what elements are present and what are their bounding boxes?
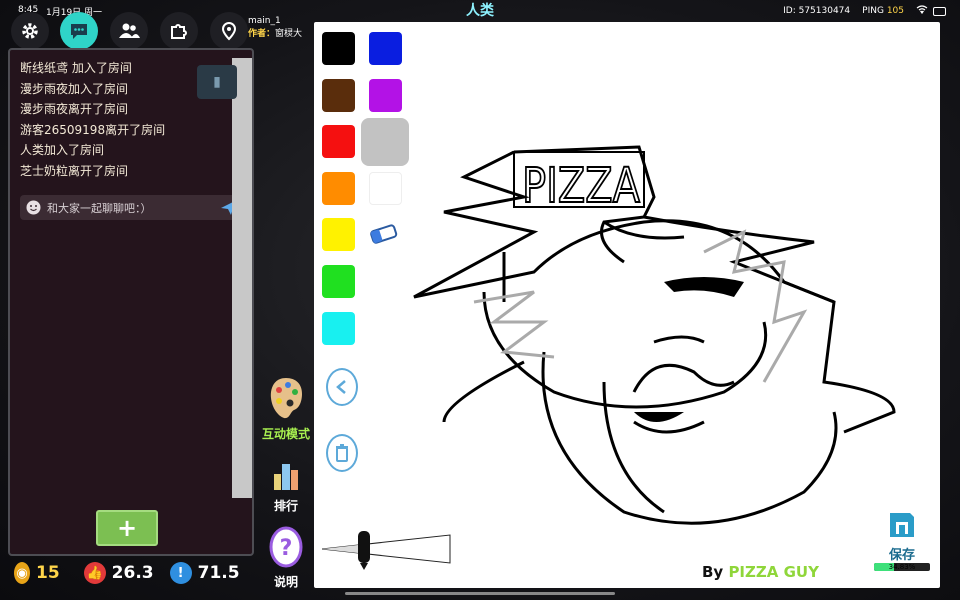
add-button[interactable]: + [96,510,158,546]
save-icon [890,513,914,537]
system-icons [916,5,946,17]
plus-icon: + [116,514,138,542]
drawing-credit: By PIZZA GUY [702,563,819,581]
chat-icon [71,24,87,39]
color-swatch[interactable] [369,32,402,65]
eraser-icon[interactable] [368,224,400,246]
palette-icon [270,378,302,419]
credit-prefix: By [702,563,729,581]
color-swatch-selected[interactable] [361,118,409,166]
user-drawing: PIZZA [413,145,896,525]
drawing-canvas[interactable]: PIZZA By PIZZA GUY 保存 34.83% [314,22,940,588]
map-pin-icon [221,21,237,41]
reports-value: 71.5 [197,563,240,583]
color-swatch[interactable] [322,125,355,158]
ping-value: 105 [886,6,904,16]
chat-button[interactable] [60,12,98,50]
alert-icon: ! [169,562,192,584]
save-label: 保存 [888,548,915,563]
chat-message: 漫步雨夜离开了房间 [20,102,129,116]
puzzle-button[interactable] [160,12,198,50]
trash-icon [336,444,348,462]
gear-icon [22,23,38,39]
stats-bar: ◉ 15 👍 26.3 ! 71.5 [8,556,254,590]
coin-icon: ◉ [14,562,30,584]
clear-button[interactable] [326,434,358,472]
chat-panel: 断线纸鸢 加入了房间 漫步雨夜加入了房间 漫步雨夜离开了房间 游客2650919… [8,48,254,556]
battery-icon [933,6,946,16]
color-swatch[interactable] [322,265,355,298]
map-button[interactable] [210,12,248,50]
puzzle-icon [171,24,187,39]
color-swatch[interactable] [322,79,355,112]
wifi-icon [916,5,928,17]
chat-input-placeholder: 和大家一起聊聊吧：） [47,201,152,215]
interactive-mode-button[interactable]: 互动模式 [258,376,314,442]
ranking-icon [274,464,298,490]
credit-name: PIZZA GUY [728,563,819,581]
drawing-text: PIZZA [522,158,640,214]
help-icon: ? [269,526,303,568]
chat-message: 游客26509198离开了房间 [20,122,166,137]
color-swatch[interactable] [322,312,355,345]
ping: PING 105 [862,6,904,16]
home-indicator[interactable] [345,592,615,595]
chat-message: 人类加入了房间 [20,143,105,157]
room-id: ID: 575130474 [783,6,851,16]
background-button[interactable]: ▮ [197,65,237,99]
svg-text:?: ? [280,536,293,561]
reports-stat: ! 71.5 [169,562,240,584]
coins-stat: ◉ 15 [14,562,60,584]
chat-scrollbar[interactable] [232,58,252,498]
chat-message: 芝士奶粒离开了房间 [20,163,129,178]
players-button[interactable] [110,12,148,50]
save-progress-text: 34.83% [888,563,916,571]
color-swatch[interactable] [322,218,355,251]
help-label: 说明 [273,575,298,589]
users-icon [119,23,140,38]
color-swatch[interactable] [369,172,402,205]
likes-value: 26.3 [111,563,154,583]
emoji-icon[interactable] [26,200,41,215]
status-right: ID: 575130474 PING 105 [783,5,946,17]
map-name: main_1 [248,16,281,26]
faded-button-icon: ▮ [213,74,221,90]
map-author: 作者：窗棂大 [248,26,302,39]
save-button[interactable]: 保存 [870,510,934,563]
thumbs-up-icon: 👍 [83,562,106,584]
color-swatch[interactable] [322,172,355,205]
ping-label: PING [862,6,884,16]
interactive-mode-label: 互动模式 [261,427,310,441]
rank-button[interactable]: 排行 [258,460,314,514]
undo-button[interactable] [326,368,358,406]
chat-input[interactable]: 和大家一起聊聊吧：） [20,195,242,220]
map-info: main_1 作者：窗棂大 [248,16,302,39]
author-name: 窗棂大 [275,29,303,39]
color-swatch[interactable] [369,79,402,112]
likes-stat: 👍 26.3 [83,562,154,584]
coins-value: 15 [36,563,60,583]
settings-button[interactable] [11,12,49,50]
chevron-left-icon [336,380,346,394]
author-label: 作者： [248,29,276,39]
help-button[interactable]: ? 说明 [258,526,314,590]
color-swatch[interactable] [322,32,355,65]
rank-label: 排行 [273,499,298,513]
